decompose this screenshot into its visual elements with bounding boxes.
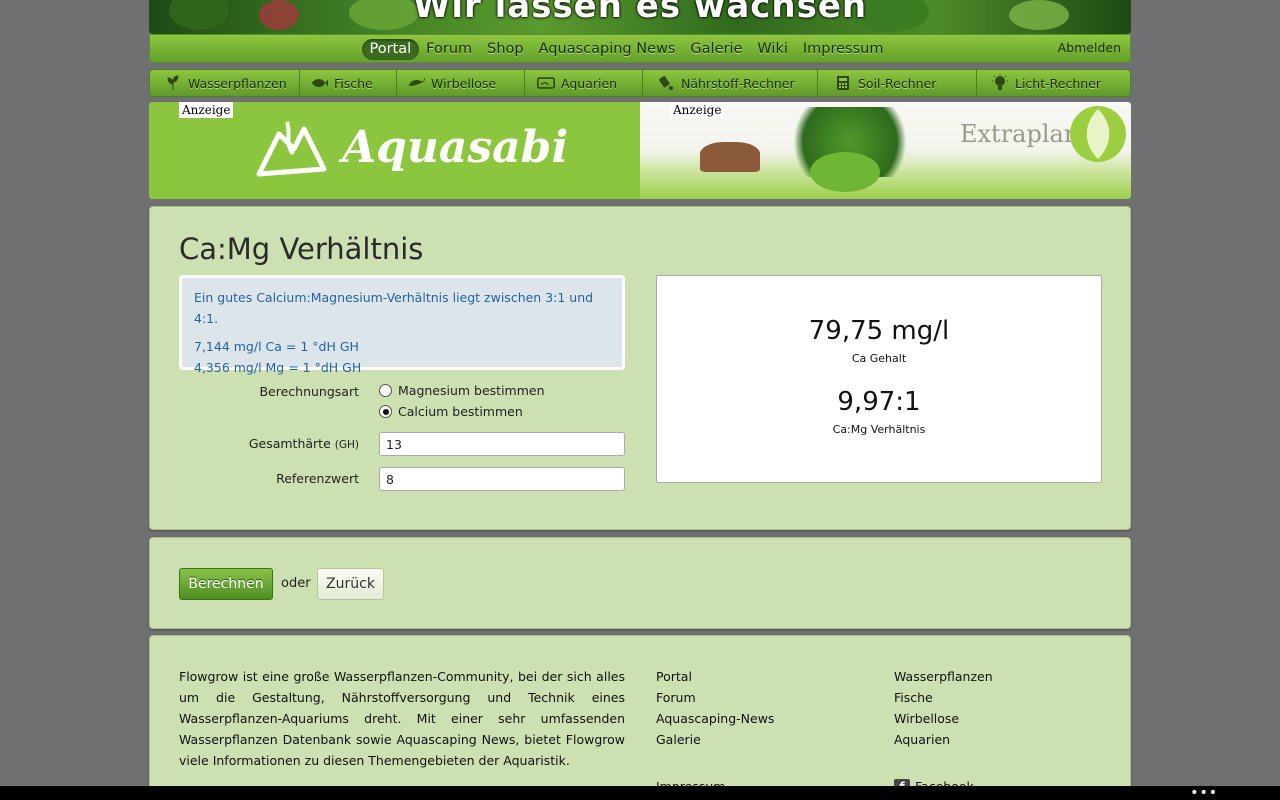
ca-content-value: 79,75 mg/l	[808, 316, 950, 346]
category-soil-rechner[interactable]: Soil-Rechner	[818, 70, 977, 96]
extraplant-ad[interactable]: Anzeige Extraplant	[640, 102, 1131, 199]
radio-button-selected[interactable]	[379, 405, 392, 418]
shrimp-icon	[407, 75, 425, 91]
actions-panel: Berechnen oder Zurück	[149, 537, 1131, 629]
category-label: Wasserpflanzen	[188, 75, 287, 91]
info-mg-conversion: 4,356 mg/l Mg = 1 °dH GH	[194, 360, 362, 375]
category-fische[interactable]: Fische	[300, 70, 397, 96]
gh-row: Gesamthärte (GH)	[179, 432, 625, 456]
page-title: Ca:Mg Verhältnis	[179, 232, 424, 266]
reference-label: Referenzwert	[276, 471, 359, 486]
fertilizer-icon	[657, 75, 675, 91]
nav-item-portal[interactable]: Portal	[362, 39, 419, 60]
nav-item-forum[interactable]: Forum	[419, 39, 480, 60]
reference-row: Referenzwert	[179, 467, 625, 491]
result-box: 79,75 mg/l Ca Gehalt 9,97:1 Ca:Mg Verhäl…	[656, 275, 1102, 483]
category-label: Fische	[334, 75, 373, 91]
category-label: Wirbellose	[431, 75, 497, 91]
ca-content-label: Ca Gehalt	[851, 352, 907, 365]
radio-magnesium[interactable]: Magnesium bestimmen	[379, 383, 545, 398]
mode-label: Berechnungsart	[259, 384, 359, 399]
footer-link-plants[interactable]: Wasserpflanzen	[894, 666, 993, 687]
plant-icon	[164, 75, 182, 91]
aquasabi-ad[interactable]: Anzeige Aquasabi	[149, 102, 640, 199]
aquarium-icon	[537, 75, 555, 91]
nav-item-wiki[interactable]: Wiki	[750, 39, 795, 60]
category-label: Aquarien	[561, 75, 618, 91]
footer-link-invertebrates[interactable]: Wirbellose	[894, 708, 993, 729]
ratio-value: 9,97:1	[837, 387, 921, 417]
category-wasserpflanzen[interactable]: Wasserpflanzen	[150, 70, 300, 96]
nav-item-galerie[interactable]: Galerie	[683, 39, 750, 60]
main-nav-list: Portal Forum Shop Aquascaping News Galerie Wi…	[362, 39, 891, 60]
calculator-panel: Ca:Mg Verhältnis Ein gutes Calcium:Magne…	[149, 206, 1131, 530]
radio-calcium[interactable]: Calcium bestimmen	[379, 404, 523, 419]
info-ratio-text: Ein gutes Calcium:Magnesium-Verhältnis l…	[194, 290, 594, 326]
footer-link-fish[interactable]: Fische	[894, 687, 993, 708]
footer-link-portal[interactable]: Portal	[656, 666, 774, 687]
category-aquarien[interactable]: Aquarien	[525, 70, 643, 96]
category-nährstoff-rechner[interactable]: Nährstoff-Rechner	[643, 70, 818, 96]
footer-link-aquariums[interactable]: Aquarien	[894, 729, 993, 750]
calculate-button[interactable]: Berechnen	[179, 568, 273, 600]
category-licht-rechner[interactable]: Licht-Rechner	[977, 70, 1130, 96]
category-wirbellose[interactable]: Wirbellose	[397, 70, 525, 96]
site-slogan: Wir lassen es wachsen	[412, 0, 868, 26]
info-box: Ein gutes Calcium:Magnesium-Verhältnis l…	[179, 275, 625, 375]
radio-button[interactable]	[379, 384, 392, 397]
category-label: Nährstoff-Rechner	[681, 75, 795, 91]
fish-icon	[310, 75, 328, 91]
nav-item-shop[interactable]: Shop	[480, 39, 531, 60]
footer-link-gallery[interactable]: Galerie	[656, 729, 774, 750]
bulb-icon	[991, 74, 1009, 91]
footer-links-portal: Portal Forum Aquascaping-News Galerie Im…	[656, 666, 774, 797]
gh-label: Gesamthärte (GH)	[248, 436, 359, 451]
ad-banner-area: Anzeige Aquasabi Anzeige Extraplant	[149, 102, 1131, 199]
nav-item-aquascaping-news[interactable]: Aquascaping News	[531, 39, 683, 60]
logout-link[interactable]: Abmelden	[1058, 40, 1121, 55]
category-label: Soil-Rechner	[858, 75, 937, 91]
aquasabi-brand: Aquasabi	[342, 122, 569, 173]
extraplant-leaf-icon	[1070, 106, 1126, 162]
taskbar: •••	[0, 785, 1280, 800]
gh-input[interactable]	[379, 432, 625, 456]
footer-panel: Flowgrow ist eine große Wasserpflanzen-C…	[149, 635, 1131, 800]
footer-link-forum[interactable]: Forum	[656, 687, 774, 708]
ad-label: Anzeige	[670, 102, 725, 118]
footer-description: Flowgrow ist eine große Wasserpflanzen-C…	[179, 666, 625, 800]
ratio-label: Ca:Mg Verhältnis	[832, 423, 926, 436]
more-options-icon[interactable]: •••	[1190, 785, 1218, 800]
nav-item-impressum[interactable]: Impressum	[795, 39, 891, 60]
radio-calcium-label: Calcium bestimmen	[398, 404, 523, 419]
radio-magnesium-label: Magnesium bestimmen	[398, 383, 545, 398]
footer-links-database: Wasserpflanzen Fische Wirbellose Aquarie…	[894, 666, 993, 797]
header-banner: Wir lassen es wachsen	[149, 0, 1131, 34]
or-text: oder	[281, 576, 311, 591]
reference-input[interactable]	[379, 467, 625, 491]
aquasabi-logo-icon	[256, 121, 327, 177]
category-bar: Wasserpflanzen Fische Wirbellose Aquarien Nä…	[149, 69, 1131, 97]
footer-paragraph: Flowgrow ist eine große Wasserpflanzen-C…	[179, 669, 625, 768]
category-label: Licht-Rechner	[1015, 75, 1102, 91]
calculator-icon	[834, 75, 852, 91]
mode-row: Berechnungsart Magnesium bestimmen Calci…	[179, 383, 625, 427]
main-navigation: Portal Forum Shop Aquascaping News Galerie Wi…	[149, 34, 1131, 63]
ad-label: Anzeige	[179, 102, 234, 118]
footer-link-news[interactable]: Aquascaping-News	[656, 708, 774, 729]
back-button[interactable]: Zurück	[317, 568, 384, 600]
info-ca-conversion: 7,144 mg/l Ca = 1 °dH GH	[194, 339, 359, 354]
